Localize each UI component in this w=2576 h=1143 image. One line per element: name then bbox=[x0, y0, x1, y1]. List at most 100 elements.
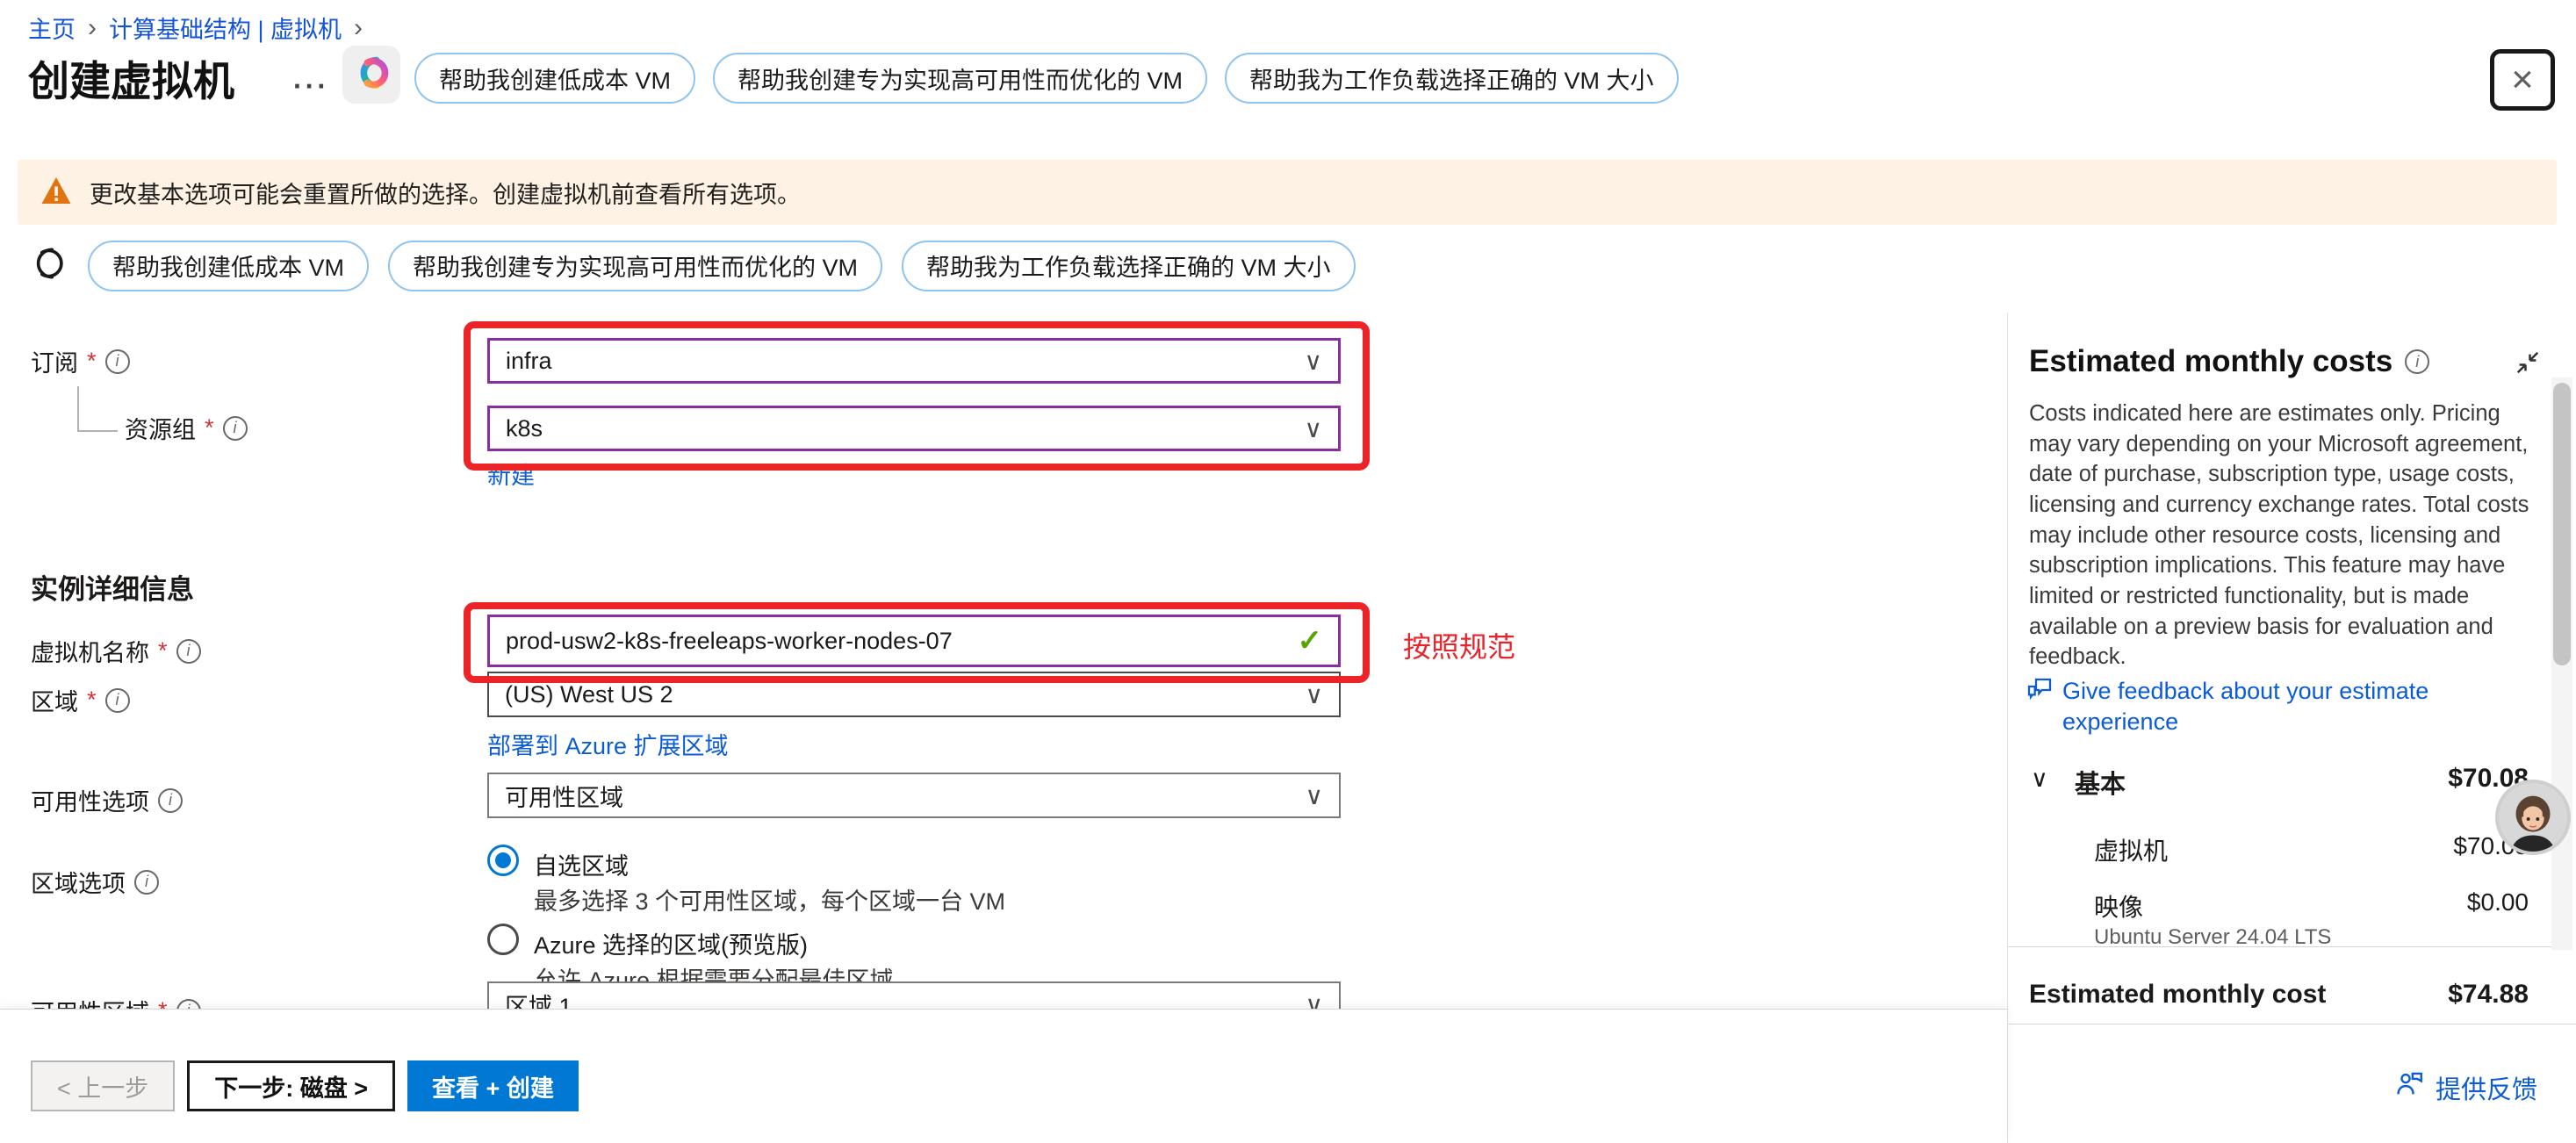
info-icon[interactable] bbox=[105, 688, 130, 713]
availability-label-row: 可用性选项 bbox=[31, 783, 183, 817]
cost-row-label: 映像 bbox=[2094, 888, 2143, 924]
subscription-label: 订阅 bbox=[31, 344, 78, 378]
cost-row-value: $0.00 bbox=[2467, 888, 2529, 917]
collapse-panel-icon[interactable] bbox=[2515, 349, 2541, 376]
resource-group-label: 资源组 bbox=[125, 411, 196, 445]
chevron-down-icon bbox=[1306, 680, 1324, 709]
wizard-footer: < 上一步 下一步: 磁盘 > 查看 + 创建 bbox=[0, 1010, 2007, 1143]
valid-check-icon bbox=[1298, 623, 1323, 658]
breadcrumb-section-link[interactable]: 计算基础结构 | 虚拟机 bbox=[109, 11, 342, 45]
avatar[interactable] bbox=[2495, 780, 2571, 855]
info-icon[interactable] bbox=[176, 639, 201, 664]
region-dropdown[interactable]: (US) West US 2 bbox=[487, 672, 1341, 717]
chevron-down-icon[interactable] bbox=[2031, 766, 2048, 793]
chevron-down-icon bbox=[1305, 414, 1323, 443]
resource-group-dropdown[interactable]: k8s bbox=[487, 406, 1341, 451]
more-menu-button[interactable]: ··· bbox=[293, 70, 329, 103]
info-icon[interactable] bbox=[105, 349, 130, 374]
total-cost-label: Estimated monthly cost bbox=[2029, 980, 2326, 1010]
feedback-bubbles-icon bbox=[2026, 676, 2054, 737]
vm-name-value: prod-usw2-k8s-freeleaps-worker-nodes-07 bbox=[506, 628, 953, 655]
provide-feedback-text: 提供反馈 bbox=[2436, 1069, 2537, 1106]
estimated-costs-panel: Estimated monthly costs Costs indicated … bbox=[2007, 313, 2576, 1143]
page-title: 创建虚拟机 bbox=[28, 47, 234, 108]
vm-name-input[interactable]: prod-usw2-k8s-freeleaps-worker-nodes-07 bbox=[487, 615, 1341, 667]
region-value: (US) West US 2 bbox=[505, 681, 673, 708]
region-label-row: 区域 * bbox=[31, 683, 130, 717]
suggest-vm-size-button[interactable]: 帮助我为工作负载选择正确的 VM 大小 bbox=[1225, 53, 1679, 104]
cost-group-label: 基本 bbox=[2075, 764, 2126, 801]
required-marker: * bbox=[205, 414, 214, 442]
suggest-high-availability-vm-button[interactable]: 帮助我创建专为实现高可用性而优化的 VM bbox=[713, 53, 1207, 104]
warning-icon bbox=[40, 176, 72, 210]
availability-value: 可用性区域 bbox=[505, 779, 623, 813]
tree-connector bbox=[77, 386, 79, 432]
subscription-label-row: 订阅 * bbox=[31, 344, 130, 378]
info-icon[interactable] bbox=[134, 870, 159, 895]
warning-banner: 更改基本选项可能会重置所做的选择。创建虚拟机前查看所有选项。 bbox=[18, 160, 2557, 225]
availability-dropdown[interactable]: 可用性区域 bbox=[487, 773, 1341, 818]
chevron-down-icon bbox=[1306, 781, 1324, 810]
breadcrumb-home-link[interactable]: 主页 bbox=[28, 11, 76, 45]
subscription-value: infra bbox=[506, 348, 552, 375]
copilot-outline-icon bbox=[25, 239, 68, 292]
person-feedback-icon bbox=[2395, 1069, 2425, 1106]
vm-name-label: 虚拟机名称 bbox=[31, 634, 149, 668]
resource-group-label-row: 资源组 * bbox=[125, 411, 248, 445]
required-marker: * bbox=[158, 637, 168, 665]
self-selected-zone-radio[interactable] bbox=[487, 845, 519, 876]
provide-feedback-link[interactable]: 提供反馈 bbox=[2395, 1069, 2537, 1106]
tree-connector bbox=[77, 430, 118, 432]
instance-details-heading: 实例详细信息 bbox=[31, 567, 194, 607]
zone-options-label-row: 区域选项 bbox=[31, 865, 159, 899]
chevron-down-icon bbox=[1305, 347, 1323, 376]
estimate-feedback-text: Give feedback about your estimate experi… bbox=[2062, 676, 2519, 737]
deploy-extended-zone-link[interactable]: 部署到 Azure 扩展区域 bbox=[487, 727, 729, 761]
self-selected-zone-label[interactable]: 自选区域 bbox=[534, 847, 629, 881]
zone-options-label: 区域选项 bbox=[31, 865, 126, 899]
copilot-suggestion-row: 帮助我创建低成本 VM 帮助我创建专为实现高可用性而优化的 VM 帮助我为工作负… bbox=[25, 239, 1356, 292]
azure-selected-zone-label[interactable]: Azure 选择的区域(预览版) bbox=[534, 926, 808, 960]
copilot-button[interactable] bbox=[342, 46, 400, 104]
copilot-icon bbox=[351, 53, 392, 97]
panel-description: Costs indicated here are estimates only.… bbox=[2029, 399, 2538, 672]
panel-title: Estimated monthly costs bbox=[2029, 344, 2393, 379]
next-disks-button[interactable]: 下一步: 磁盘 > bbox=[187, 1060, 395, 1111]
required-marker: * bbox=[87, 348, 97, 375]
close-button[interactable] bbox=[2490, 49, 2555, 111]
suggest-low-cost-vm-button[interactable]: 帮助我创建低成本 VM bbox=[414, 53, 695, 104]
previous-button[interactable]: < 上一步 bbox=[31, 1060, 175, 1111]
self-selected-zone-desc: 最多选择 3 个可用性区域，每个区域一台 VM bbox=[534, 882, 1005, 917]
panel-title-row: Estimated monthly costs bbox=[2029, 344, 2429, 379]
cost-group-basics[interactable]: 基本 $70.08 bbox=[2008, 758, 2576, 801]
scrollbar-thumb[interactable] bbox=[2553, 383, 2571, 665]
breadcrumb-separator-icon bbox=[88, 13, 97, 43]
breadcrumb: 主页 计算基础结构 | 虚拟机 bbox=[28, 11, 363, 45]
close-icon bbox=[2511, 61, 2534, 99]
info-icon[interactable] bbox=[158, 788, 183, 813]
required-marker: * bbox=[87, 687, 97, 714]
header-suggestion-buttons: 帮助我创建低成本 VM 帮助我创建专为实现高可用性而优化的 VM 帮助我为工作负… bbox=[414, 53, 1679, 104]
resource-group-value: k8s bbox=[506, 415, 543, 442]
red-annotation-text: 按照规范 bbox=[1403, 625, 1515, 665]
estimate-feedback-link[interactable]: Give feedback about your estimate experi… bbox=[2026, 676, 2519, 737]
footer-buttons: < 上一步 下一步: 磁盘 > 查看 + 创建 bbox=[31, 1060, 579, 1111]
info-icon[interactable] bbox=[223, 416, 248, 441]
vm-name-label-row: 虚拟机名称 * bbox=[31, 634, 201, 668]
scrollbar-track[interactable] bbox=[2551, 377, 2572, 950]
total-cost-value: $74.88 bbox=[2448, 980, 2529, 1010]
region-label: 区域 bbox=[31, 683, 78, 717]
info-icon[interactable] bbox=[2405, 349, 2429, 374]
azure-selected-zone-radio[interactable] bbox=[487, 924, 519, 955]
create-vm-page: 主页 计算基础结构 | 虚拟机 创建虚拟机 ··· 帮助我创建低 bbox=[0, 0, 2576, 1143]
subscription-dropdown[interactable]: infra bbox=[487, 338, 1341, 384]
availability-label: 可用性选项 bbox=[31, 783, 149, 817]
warning-text: 更改基本选项可能会重置所做的选择。创建虚拟机前查看所有选项。 bbox=[90, 176, 801, 210]
suggest-high-availability-vm-button-2[interactable]: 帮助我创建专为实现高可用性而优化的 VM bbox=[388, 241, 882, 291]
review-create-button[interactable]: 查看 + 创建 bbox=[407, 1060, 579, 1111]
suggest-vm-size-button-2[interactable]: 帮助我为工作负载选择正确的 VM 大小 bbox=[902, 241, 1356, 291]
create-new-resource-group-link[interactable]: 新建 bbox=[487, 456, 535, 491]
breadcrumb-separator-icon bbox=[354, 13, 363, 43]
suggest-low-cost-vm-button-2[interactable]: 帮助我创建低成本 VM bbox=[88, 241, 369, 291]
divider bbox=[2008, 946, 2556, 947]
